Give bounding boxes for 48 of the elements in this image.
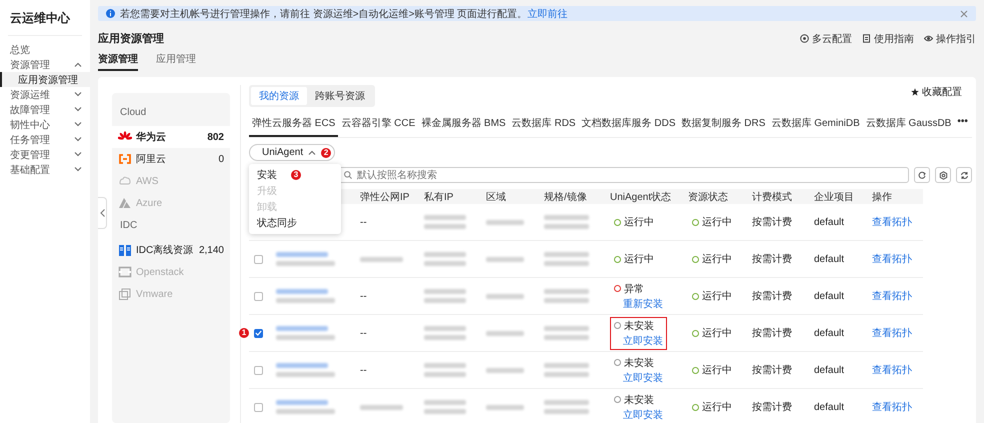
column-header: 区域: [481, 189, 539, 204]
column-header: UniAgent状态: [605, 189, 683, 204]
column-header: 规格/镜像: [539, 189, 605, 204]
section-title: IDC: [119, 219, 138, 233]
status-text: 运行中: [702, 290, 732, 303]
notice-text: 若您需要对主机帐号进行管理操作，请前往 资源运维>自动化运维>账号管理 页面进行配置。立即前往: [120, 8, 568, 20]
table-cell: default: [809, 278, 867, 314]
table-cell: default: [809, 240, 867, 278]
table-cell: --: [355, 278, 419, 314]
status-text: 运行中: [702, 252, 732, 266]
table-cell: 按需计费: [747, 278, 809, 314]
status-text: 未安装: [624, 320, 654, 332]
section-title: Cloud: [119, 106, 148, 120]
column-header: 私有IP: [419, 189, 481, 204]
step-badge: 2: [321, 148, 332, 158]
table-cell: default: [809, 204, 867, 240]
column-header: 资源状态: [683, 189, 747, 204]
table-cell: 按需计费: [747, 240, 809, 278]
status-text: 运行中: [702, 216, 732, 229]
step-badge: 1: [239, 328, 249, 338]
table-cell: 按需计费: [747, 352, 809, 388]
status-text: 运行中: [702, 326, 732, 340]
count: 2,140: [198, 244, 224, 256]
table-cell: 按需计费: [747, 204, 809, 240]
app-title: 云运维中心: [9, 10, 72, 27]
table-cell: --: [355, 204, 419, 240]
status-text: 异常: [624, 282, 644, 296]
status-text: 运行中: [624, 252, 654, 266]
status-text: 运行中: [702, 400, 732, 414]
status-text: 运行中: [702, 364, 732, 377]
table-cell: default: [809, 352, 867, 388]
count: 802: [207, 132, 224, 142]
status-text: 未安装: [624, 356, 654, 370]
status-text: 未安装: [624, 394, 654, 406]
column-header: 企业项目: [809, 189, 867, 204]
table-cell: 按需计费: [747, 314, 809, 352]
table-cell: 按需计费: [747, 388, 809, 423]
step-badge: 3: [291, 170, 301, 180]
count: 0: [218, 154, 224, 164]
column-header: 弹性公网IP: [355, 189, 419, 204]
table-cell: default: [809, 388, 867, 423]
table-cell: --: [355, 352, 419, 388]
page-title: 应用资源管理: [98, 32, 164, 46]
table-cell: default: [809, 314, 867, 352]
column-header: 计费模式: [747, 189, 809, 204]
status-text: 运行中: [624, 216, 654, 229]
table-cell: --: [355, 314, 419, 352]
column-header: 操作: [867, 189, 923, 204]
